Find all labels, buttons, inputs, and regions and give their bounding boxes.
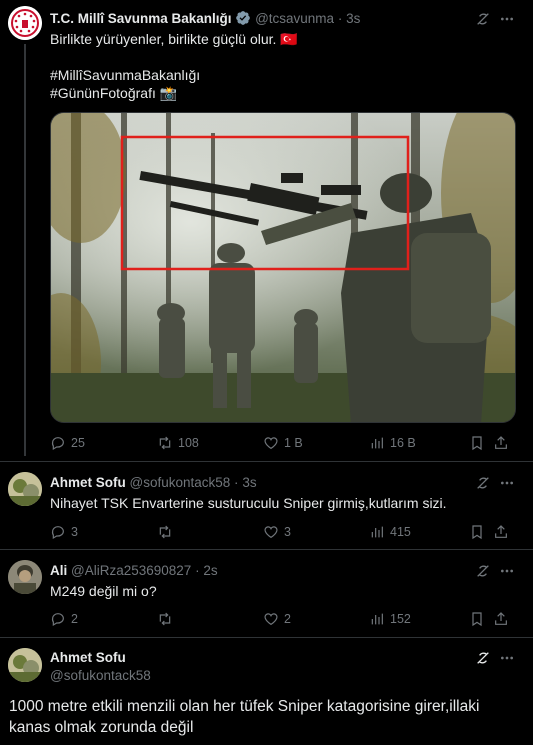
reply-button[interactable]: 25 <box>50 435 157 451</box>
soldiers-photo-illustration <box>51 113 515 422</box>
tweet-time[interactable]: 2s <box>203 563 217 578</box>
retweet-icon <box>159 525 171 539</box>
retweet-button[interactable]: 108 <box>157 435 263 451</box>
bookmark-icon <box>472 612 482 627</box>
author-handle[interactable]: @sofukontack58 <box>130 475 231 490</box>
reply-button[interactable]: 2 <box>50 611 157 627</box>
tweet-text: Nihayet TSK Envarterine susturuculu Snip… <box>50 495 447 511</box>
analytics-icon <box>371 526 383 538</box>
more-options-icon[interactable] <box>499 650 515 666</box>
like-button[interactable]: 1 B <box>263 435 369 451</box>
grok-icon[interactable] <box>475 650 491 666</box>
bookmark-icon <box>472 525 482 540</box>
reply-tweet[interactable]: Ahmet Sofu @sofukontack58 · 3s Nihayet T… <box>0 462 533 549</box>
tweet-time[interactable]: 3s <box>242 475 256 490</box>
share-icon <box>495 525 507 538</box>
grok-icon[interactable] <box>475 11 491 27</box>
main-tweet[interactable]: T.C. Millî Savunma Bakanlığı @tcsavunma … <box>0 0 533 460</box>
user-avatar[interactable] <box>8 560 42 594</box>
tweet-text: M249 değil mi o? <box>50 583 157 599</box>
share-button[interactable] <box>493 611 513 627</box>
hashtag-gunun-fotografi[interactable]: #GününFotoğrafı 📸 <box>50 84 177 103</box>
turkey-flag-emoji: 🇹🇷 <box>280 31 298 47</box>
retweet-icon <box>159 436 171 450</box>
like-button[interactable]: 3 <box>263 524 369 540</box>
heart-icon <box>264 437 278 450</box>
reply-icon <box>51 526 64 540</box>
views-button[interactable]: 16 B <box>369 435 469 451</box>
bookmark-icon <box>472 436 482 451</box>
reply-actions: 3 3 415 <box>50 522 516 542</box>
heart-icon <box>264 526 278 539</box>
user-avatar[interactable] <box>8 472 42 506</box>
share-button[interactable] <box>493 435 513 451</box>
author-handle[interactable]: @sofukontack58 <box>50 668 151 683</box>
tweet-text: 1000 metre etkili menzili olan her tüfek… <box>9 698 480 736</box>
author-name[interactable]: Ahmet Sofu <box>50 650 126 665</box>
author-name[interactable]: Ahmet Sofu <box>50 475 126 490</box>
more-options-icon[interactable] <box>499 475 515 491</box>
tweet-header: Ali @AliRza253690827 · 2s <box>50 563 218 578</box>
tweet-text: Birlikte yürüyenler, birlikte güçlü olur… <box>50 31 298 47</box>
tweet-header: T.C. Millî Savunma Bakanlığı @tcsavunma … <box>50 10 360 26</box>
retweet-button[interactable] <box>157 524 263 540</box>
reply-tweet[interactable]: Ali @AliRza253690827 · 2s M249 değil mi … <box>0 550 533 637</box>
grok-icon[interactable] <box>475 563 491 579</box>
ministry-avatar[interactable] <box>8 6 42 40</box>
bookmark-button[interactable] <box>469 524 493 540</box>
retweet-button[interactable] <box>157 611 263 627</box>
user-avatar[interactable] <box>8 648 42 682</box>
author-name[interactable]: Ali <box>50 563 67 578</box>
like-button[interactable]: 2 <box>263 611 369 627</box>
views-button[interactable]: 152 <box>369 611 469 627</box>
reply-icon <box>51 437 64 451</box>
author-name[interactable]: T.C. Millî Savunma Bakanlığı <box>50 11 232 26</box>
bookmark-button[interactable] <box>469 611 493 627</box>
share-icon <box>495 612 507 625</box>
bookmark-button[interactable] <box>469 435 493 451</box>
separator-dot: · <box>234 475 239 490</box>
views-button[interactable]: 415 <box>369 524 469 540</box>
reply-icon <box>51 613 64 627</box>
more-options-icon[interactable] <box>499 563 515 579</box>
thread-line <box>24 44 26 456</box>
main-tweet-actions: 25 108 1 B 16 B <box>50 433 516 453</box>
tweet-time[interactable]: 3s <box>346 11 360 26</box>
verified-badge-icon <box>236 11 251 25</box>
author-handle[interactable]: @tcsavunma <box>255 11 334 26</box>
author-handle[interactable]: @AliRza253690827 <box>71 563 191 578</box>
separator-dot: · <box>195 563 200 578</box>
heart-icon <box>264 613 278 626</box>
reply-button[interactable]: 3 <box>50 524 157 540</box>
share-button[interactable] <box>493 524 513 540</box>
more-options-icon[interactable] <box>499 11 515 27</box>
reply-actions: 2 2 152 <box>50 609 516 629</box>
separator-dot: · <box>337 11 343 26</box>
tweet-header: Ahmet Sofu @sofukontack58 · 3s <box>50 475 257 490</box>
focused-reply[interactable]: Ahmet Sofu @sofukontack58 1000 metre etk… <box>0 638 533 745</box>
hashtag-msb[interactable]: #MillîSavunmaBakanlığı <box>50 66 200 85</box>
share-icon <box>495 436 507 449</box>
grok-icon[interactable] <box>475 475 491 491</box>
analytics-icon <box>371 613 383 625</box>
tweet-photo[interactable] <box>50 112 516 423</box>
analytics-icon <box>371 437 383 449</box>
retweet-icon <box>159 612 171 626</box>
